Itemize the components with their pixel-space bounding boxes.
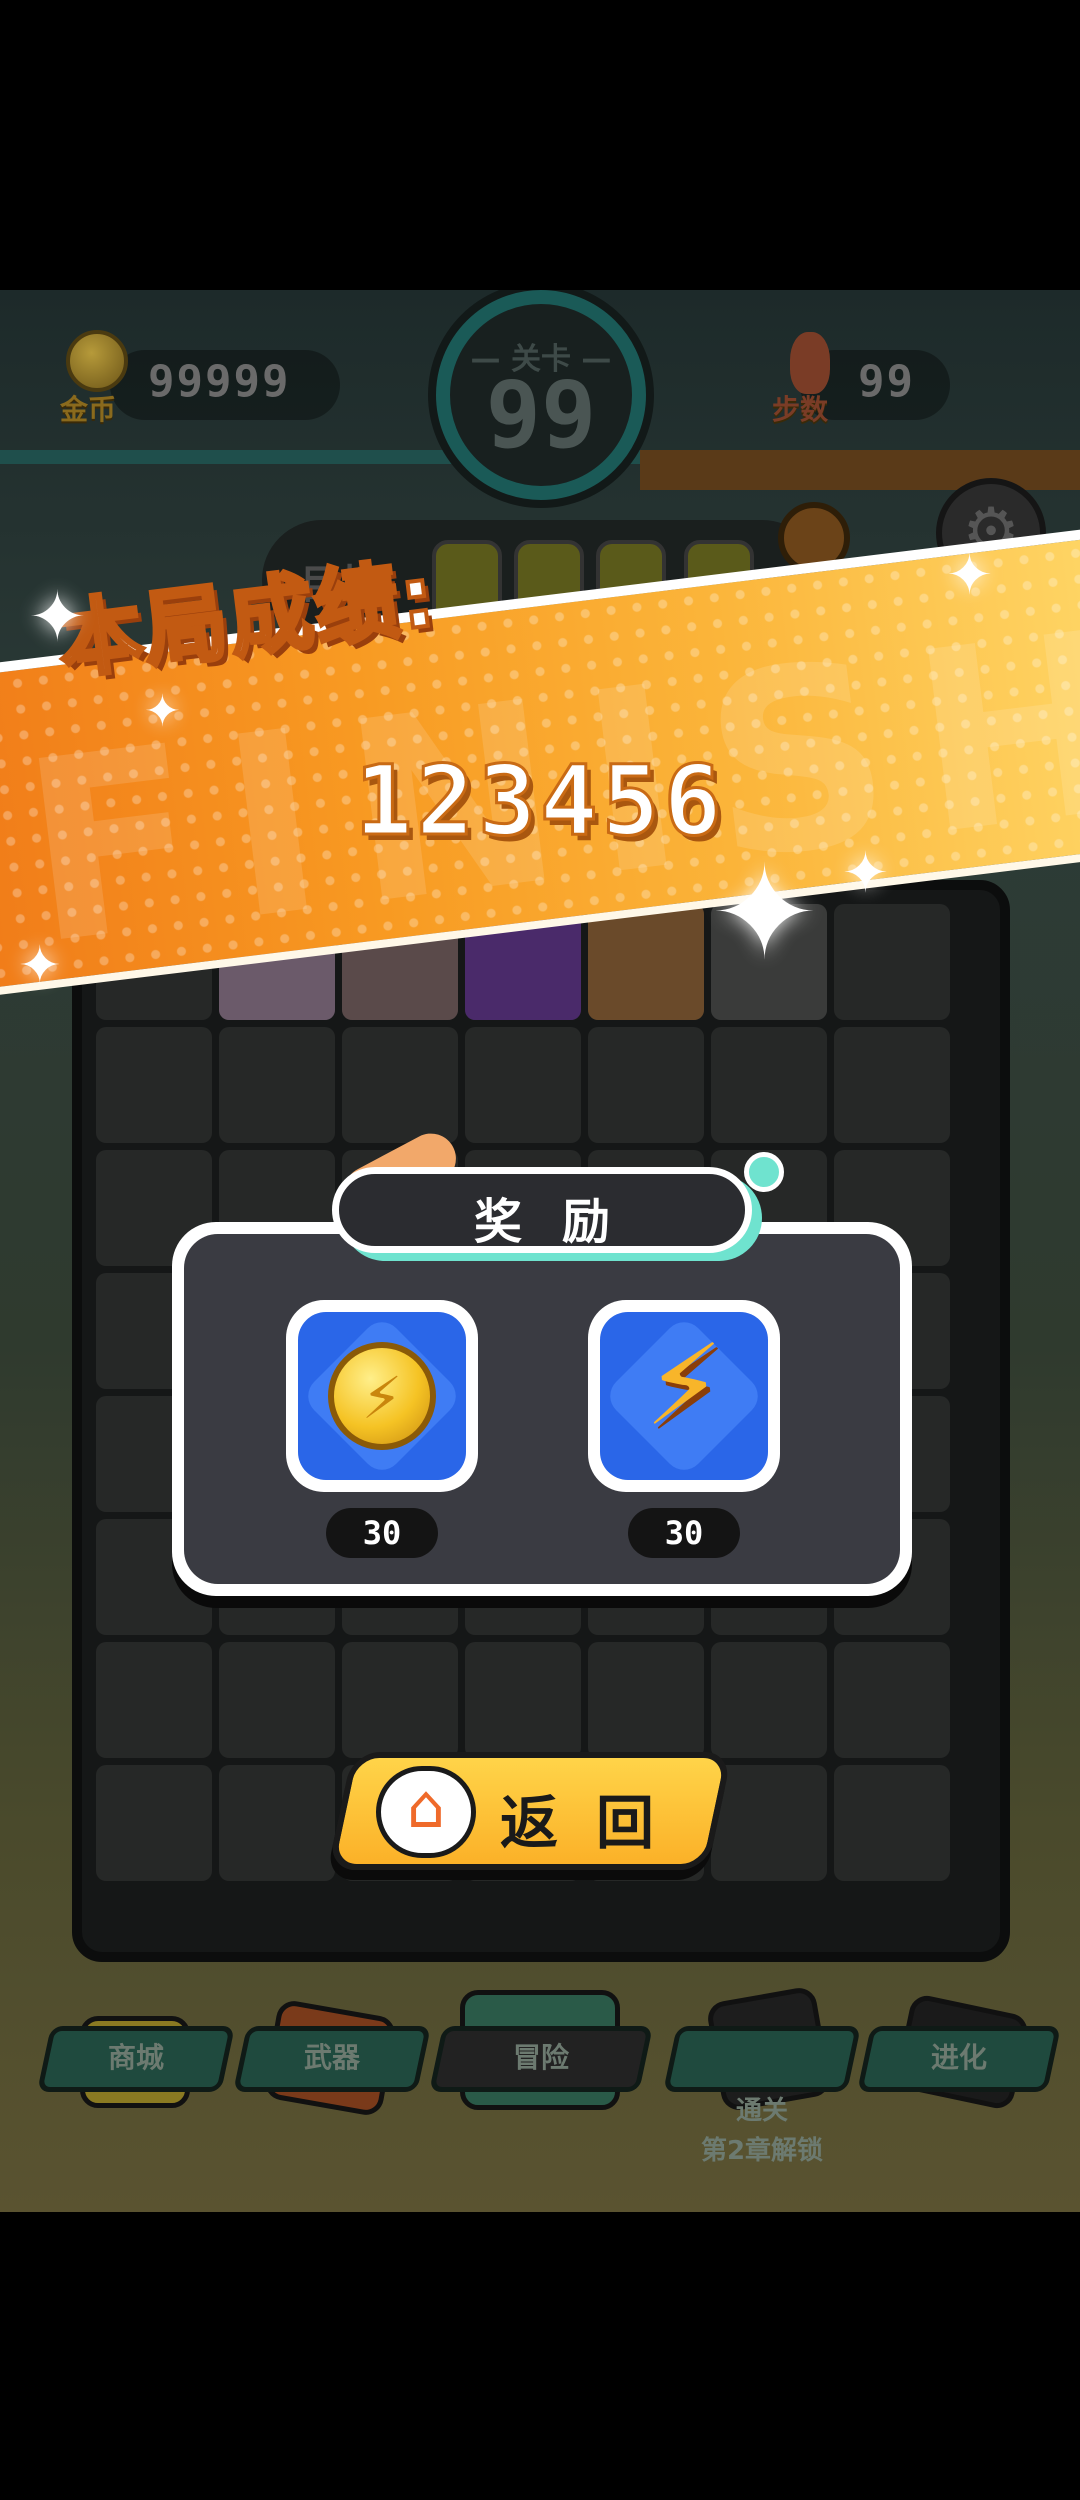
board-cell[interactable]	[342, 1642, 458, 1758]
reward-header: 奖励	[332, 1167, 752, 1253]
level-value: 99	[485, 362, 597, 469]
board-cell[interactable]	[711, 1642, 827, 1758]
tab-shop-label: 商城	[107, 2041, 164, 2074]
tab-evolve-label: 进化	[930, 2041, 987, 2074]
steps-value: 99	[858, 356, 915, 407]
reward-item-coin: ⚡	[286, 1300, 478, 1492]
reward-title: 奖励	[473, 1194, 650, 1250]
back-button-label[interactable]: 返回	[500, 1776, 692, 1860]
sparkle-icon: ✦	[28, 576, 87, 658]
reward-panel	[172, 1222, 912, 1596]
tab-clear-sublabel: 第2章解锁	[700, 2136, 824, 2166]
board-cell[interactable]	[834, 1642, 950, 1758]
board-block[interactable]	[588, 904, 704, 1020]
lightning-icon: ⚡	[644, 1321, 724, 1451]
sparkle-icon: ✦	[18, 936, 62, 996]
board-cell[interactable]	[834, 1027, 950, 1143]
coin-label: 金币	[60, 393, 117, 426]
board-cell[interactable]	[219, 1642, 335, 1758]
board-cell[interactable]	[219, 1765, 335, 1881]
board-cell[interactable]	[96, 1765, 212, 1881]
board-cell[interactable]	[219, 1027, 335, 1143]
board-cell[interactable]	[96, 1642, 212, 1758]
reward-count-energy: 30	[628, 1508, 740, 1558]
home-icon[interactable]: ⌂	[376, 1766, 476, 1858]
tab-clear-label: 通关	[735, 2096, 788, 2126]
coin-icon	[66, 330, 128, 392]
tab-adventure-label: 冒险	[512, 2041, 569, 2074]
board-cell[interactable]	[588, 1027, 704, 1143]
reward-count-coin: 30	[326, 1508, 438, 1558]
board-cell[interactable]	[588, 1642, 704, 1758]
board-cell[interactable]	[465, 1027, 581, 1143]
reward-item-energy: ⚡	[588, 1300, 780, 1492]
sparkle-icon: ✦	[842, 841, 889, 906]
board-cell[interactable]	[834, 1765, 950, 1881]
board-cell[interactable]	[465, 1642, 581, 1758]
sparkle-icon: ✦	[710, 837, 819, 989]
ribbon-dot	[744, 1152, 784, 1192]
score-value: 123456	[353, 744, 726, 859]
tab-clear[interactable]	[662, 2026, 862, 2092]
board-cell[interactable]	[711, 1027, 827, 1143]
coin-value: 99999	[148, 356, 291, 407]
level-badge: — 关卡 — 99	[436, 290, 646, 500]
gold-coin-icon: ⚡	[328, 1342, 436, 1450]
tab-weapon-label: 武器	[303, 2041, 360, 2074]
sparkle-icon: ✦	[144, 686, 181, 737]
board-cell[interactable]	[96, 1027, 212, 1143]
board-cell[interactable]	[342, 1027, 458, 1143]
footprint-icon	[790, 332, 830, 394]
board-cell[interactable]	[711, 1765, 827, 1881]
steps-label: 步数	[772, 393, 829, 426]
sparkle-icon: ✦	[946, 543, 993, 608]
board-cell[interactable]	[834, 904, 950, 1020]
